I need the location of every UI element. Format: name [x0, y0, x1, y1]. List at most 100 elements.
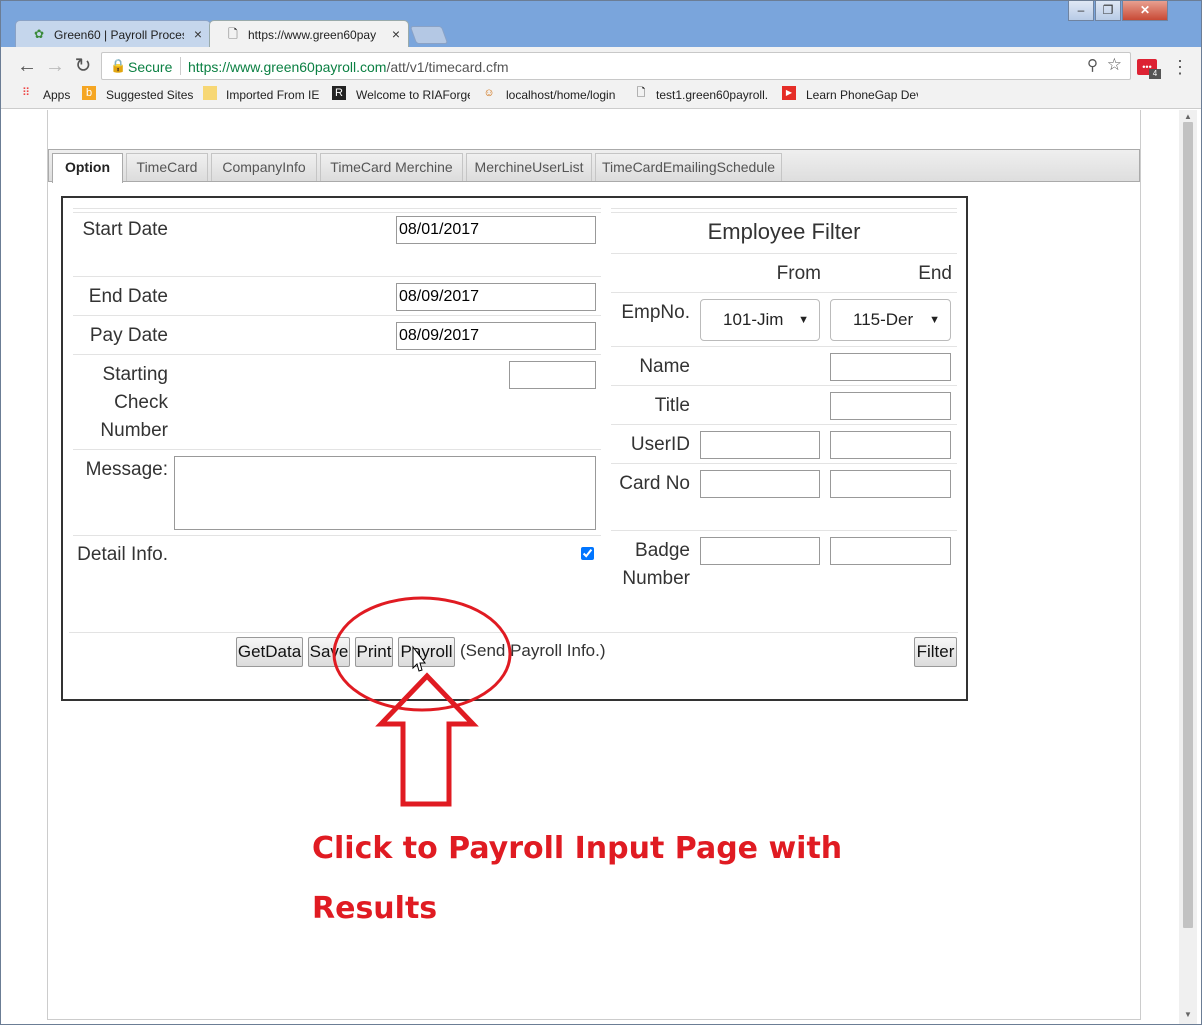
title-end-input[interactable] — [830, 392, 951, 420]
divider — [611, 253, 957, 254]
bookmark-phonegap[interactable]: Learn PhoneGap Dev — [806, 88, 918, 102]
dropdown-arrow-icon: ▼ — [798, 314, 809, 326]
browser-window: ✿ Green60 | Payroll Process × 🗋 https://… — [0, 0, 1202, 1025]
bookmark-test1[interactable]: test1.green60payroll. — [656, 88, 768, 102]
extension-badge: 4 — [1149, 69, 1161, 79]
divider — [73, 212, 601, 213]
start-date-input[interactable] — [396, 216, 596, 244]
menu-kebab-icon[interactable]: ⋮ — [1171, 57, 1189, 78]
secure-label: Secure — [128, 59, 173, 75]
getdata-button[interactable]: GetData — [236, 637, 303, 667]
badge-number-from-input[interactable] — [700, 537, 820, 565]
card-no-end-input[interactable] — [830, 470, 951, 498]
annotation-overlay — [332, 596, 512, 807]
end-date-input[interactable] — [396, 283, 596, 311]
start-date-label: Start Date — [82, 219, 168, 240]
bookmark-star-icon[interactable]: ☆ — [1107, 55, 1122, 75]
divider — [73, 276, 601, 277]
bookmark-localhost[interactable]: localhost/home/login — [506, 88, 618, 102]
browser-tab-green60[interactable]: ✿ Green60 | Payroll Process × — [15, 20, 211, 48]
youtube-icon: ▶ — [782, 86, 796, 100]
vertical-scrollbar[interactable]: ▲ ▼ — [1179, 110, 1197, 1024]
green60-favicon-icon: ✿ — [33, 27, 45, 41]
divider — [73, 208, 601, 209]
url-host: https://www.green60payroll.com — [188, 59, 387, 75]
browser-tab-timecard[interactable]: 🗋 https://www.green60pay × — [209, 20, 409, 48]
url-text: https://www.green60payroll.com/att/v1/ti… — [188, 59, 509, 75]
maximize-button[interactable]: ❐ — [1095, 1, 1121, 21]
divider — [180, 57, 181, 75]
url-path: /att/v1/timecard.cfm — [386, 59, 509, 75]
forward-arrow-icon[interactable]: → — [43, 55, 67, 77]
reload-icon[interactable]: ↻ — [71, 55, 95, 77]
divider — [73, 354, 601, 355]
mouse-pointer-icon — [412, 645, 426, 672]
highlight-ellipse — [332, 596, 512, 712]
employee-filter-title: Employee Filter — [707, 219, 861, 244]
divider — [73, 449, 601, 450]
pay-date-input[interactable] — [396, 322, 596, 350]
app-tab-bar: Option TimeCard CompanyInfo TimeCard Mer… — [48, 149, 1140, 183]
page-favicon-icon: 🗋 — [228, 27, 238, 41]
address-bar[interactable]: 🔒 Secure https://www.green60payroll.com/… — [101, 52, 1131, 80]
name-label: Name — [639, 356, 690, 377]
page-viewport: Option TimeCard CompanyInfo TimeCard Mer… — [1, 110, 1201, 1024]
empno-end-select[interactable]: 115-Der ▼ — [830, 299, 951, 341]
divider — [611, 463, 957, 464]
tab-timecard-emailing-schedule[interactable]: TimeCardEmailingSchedule — [595, 153, 782, 181]
userid-end-input[interactable] — [830, 431, 951, 459]
tab-merchineuserlist[interactable]: MerchineUserList — [466, 153, 592, 181]
detail-info-checkbox[interactable] — [581, 547, 594, 560]
tab-strip: ✿ Green60 | Payroll Process × 🗋 https://… — [1, 1, 1201, 48]
end-column-label: End — [918, 263, 952, 284]
message-label: Message: — [85, 459, 168, 480]
userid-label: UserID — [630, 434, 690, 455]
scroll-down-arrow-icon[interactable]: ▼ — [1179, 1010, 1197, 1022]
badge-number-label: Badge Number — [622, 540, 690, 589]
people-icon: ☺ — [483, 87, 495, 99]
tab-timecard[interactable]: TimeCard — [126, 153, 208, 181]
annotation-text-line2: Results — [312, 891, 438, 926]
starting-check-number-label: Starting Check Number — [100, 364, 168, 441]
page-icon: 🗋 — [636, 87, 646, 99]
userid-from-input[interactable] — [700, 431, 820, 459]
apps-grid-icon: ⠿ — [21, 87, 31, 99]
annotation-arrow-icon — [375, 672, 479, 807]
folder-icon — [203, 86, 217, 100]
minimize-button[interactable]: ‒ — [1068, 1, 1094, 21]
bing-icon: b — [82, 86, 96, 100]
new-tab-button[interactable] — [409, 26, 449, 44]
bookmark-imported-ie[interactable]: Imported From IE — [226, 88, 322, 102]
message-textarea[interactable] — [174, 456, 596, 530]
detail-info-label: Detail Info. — [77, 544, 168, 565]
bookmark-riaforge[interactable]: Welcome to RIAForge — [356, 88, 470, 102]
scrollbar-thumb[interactable] — [1183, 122, 1193, 928]
bookmark-apps[interactable]: Apps — [43, 88, 70, 102]
close-tab-icon[interactable]: × — [194, 26, 202, 42]
pay-date-label: Pay Date — [89, 325, 168, 346]
empno-from-select[interactable]: 101-Jim ▼ — [700, 299, 820, 341]
tab-option[interactable]: Option — [52, 153, 123, 183]
card-no-label: Card No — [619, 473, 690, 494]
bookmark-suggested-sites[interactable]: Suggested Sites — [106, 88, 193, 102]
selected-value: 115-Der — [853, 310, 914, 329]
back-arrow-icon[interactable]: ← — [15, 55, 39, 77]
card-no-from-input[interactable] — [700, 470, 820, 498]
badge-number-end-input[interactable] — [830, 537, 951, 565]
browser-tab-title: https://www.green60pay — [248, 28, 377, 42]
from-column-label: From — [776, 263, 821, 284]
close-tab-icon[interactable]: × — [392, 26, 400, 42]
divider — [611, 346, 957, 347]
window-close-button[interactable]: ✕ — [1122, 1, 1168, 21]
riaforge-icon: R — [332, 86, 346, 100]
browser-tab-title: Green60 | Payroll Process — [54, 28, 184, 42]
zoom-icon[interactable]: ⚲ — [1087, 56, 1098, 74]
filter-button[interactable]: Filter — [914, 637, 957, 667]
tab-timecard-merchine[interactable]: TimeCard Merchine — [320, 153, 463, 181]
lock-icon: 🔒 — [110, 58, 127, 73]
bookmarks-bar: ⠿ Apps b Suggested Sites Imported From I… — [1, 85, 1201, 109]
name-end-input[interactable] — [830, 353, 951, 381]
divider — [73, 315, 601, 316]
starting-check-number-input[interactable] — [509, 361, 596, 389]
tab-companyinfo[interactable]: CompanyInfo — [211, 153, 317, 181]
